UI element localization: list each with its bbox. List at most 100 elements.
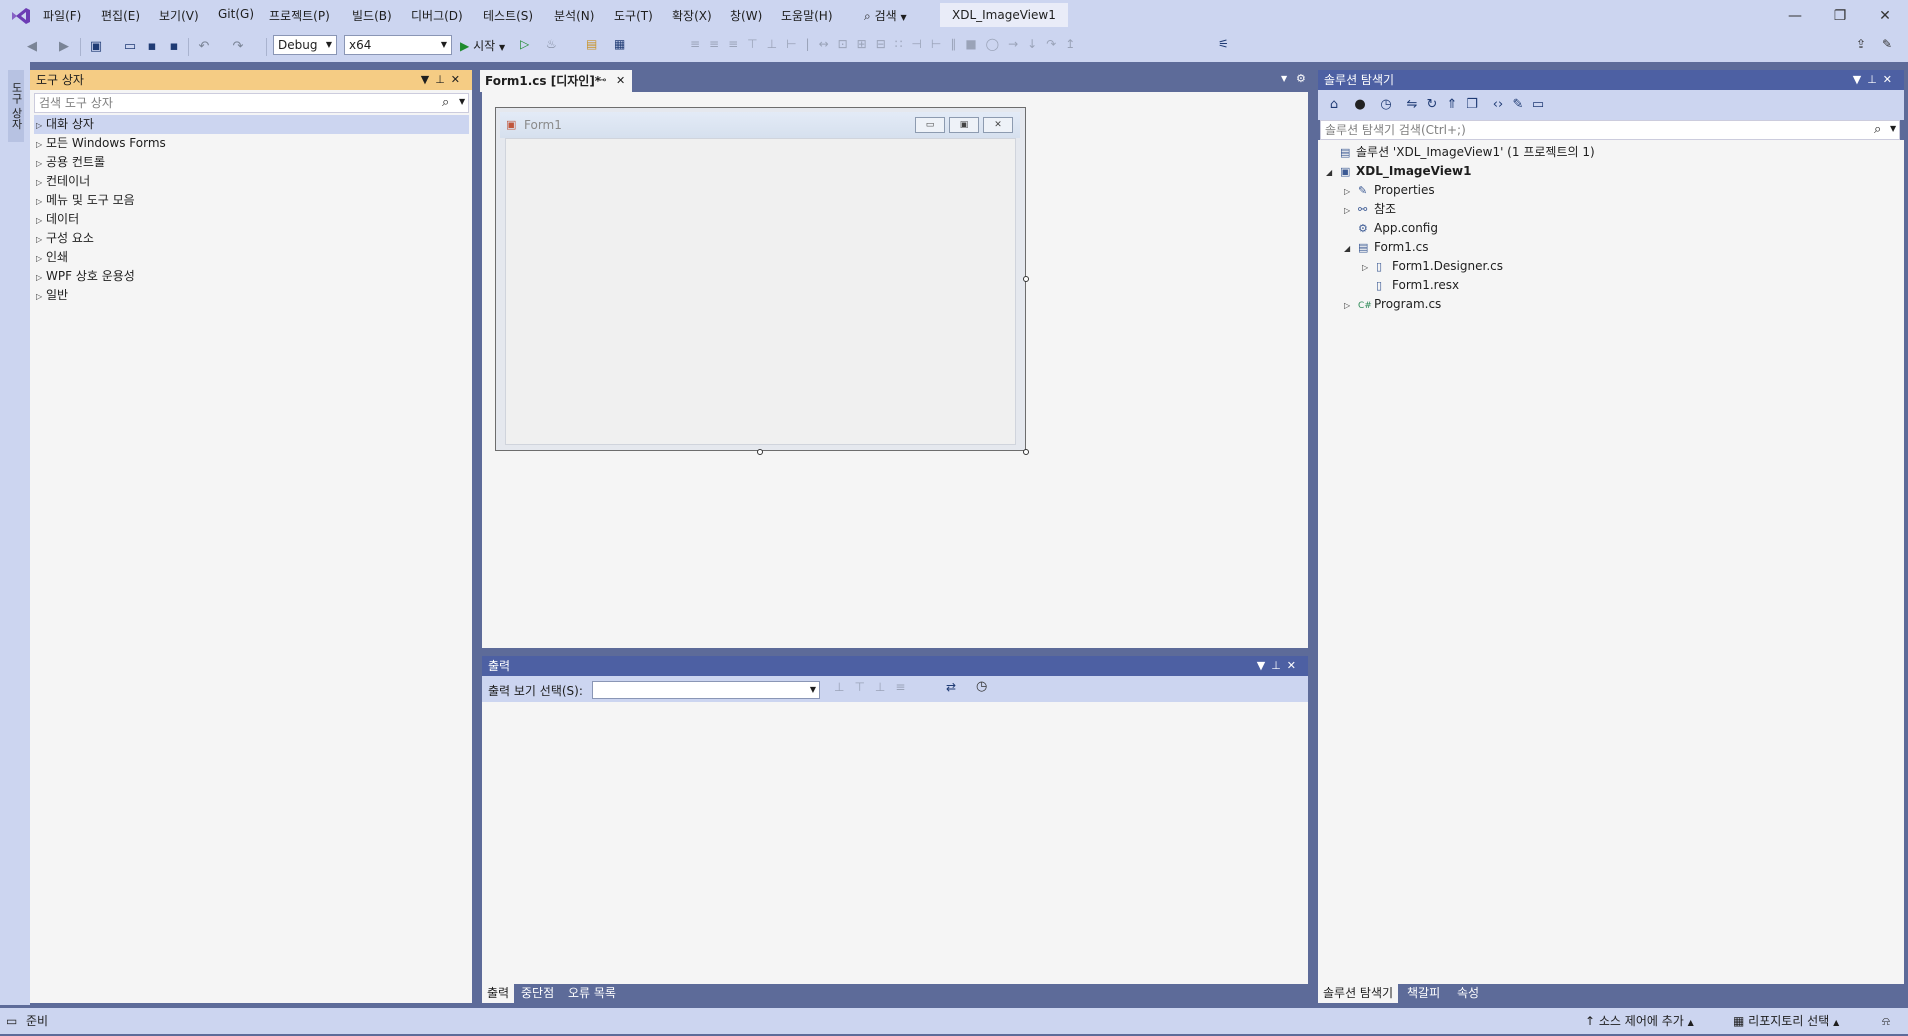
- layout-icon[interactable]: ▦: [614, 37, 625, 51]
- platform-combo[interactable]: x64 ▼: [344, 35, 452, 55]
- restore-button[interactable]: ❐: [1820, 4, 1860, 28]
- switch-views-icon[interactable]: ●: [1352, 97, 1368, 113]
- toolbox-category[interactable]: ▷ 메뉴 및 도구 모음: [36, 191, 135, 209]
- navigate-back-icon[interactable]: ◀: [24, 39, 40, 55]
- expand-arrow-icon[interactable]: ▷: [36, 136, 46, 154]
- configuration-combo[interactable]: Debug ▼: [273, 35, 337, 55]
- toolbox-search-input[interactable]: 검색 도구 상자: [34, 93, 469, 113]
- refresh-icon[interactable]: ↻: [1424, 97, 1440, 113]
- chevron-down-icon[interactable]: ▼: [1890, 124, 1896, 133]
- menu-project[interactable]: 프로젝트(P): [269, 7, 330, 24]
- tree-item[interactable]: ▷ ▯ Form1.Designer.cs: [1362, 257, 1503, 275]
- toolbox-category[interactable]: ▷ 공용 컨트롤: [36, 153, 105, 171]
- tab-bookmarks[interactable]: 책갈피: [1402, 983, 1445, 1003]
- show-all-files-icon[interactable]: ❐: [1464, 97, 1480, 113]
- close-button[interactable]: ✕: [1865, 4, 1905, 28]
- menu-edit[interactable]: 편집(E): [101, 7, 140, 24]
- menu-view[interactable]: 보기(V): [159, 7, 199, 24]
- dropdown-icon[interactable]: ▼: [421, 73, 435, 86]
- pin-icon[interactable]: ⊸: [598, 70, 606, 92]
- collapse-arrow-icon[interactable]: ◢: [1326, 164, 1340, 182]
- preview-icon[interactable]: ▭: [1530, 97, 1546, 113]
- save-all-icon[interactable]: ▪: [166, 39, 182, 55]
- collapse-arrow-icon[interactable]: ◢: [1344, 240, 1358, 258]
- start-debugging-button[interactable]: ▶ 시작 ▼: [460, 37, 505, 54]
- chevron-down-icon[interactable]: ▼: [459, 97, 465, 106]
- tree-item[interactable]: ◢ ▣ XDL_ImageView1: [1326, 162, 1471, 180]
- toolbox-category[interactable]: ▷ 데이터: [36, 210, 79, 228]
- tree-item[interactable]: ▷ ⚯ 참조: [1344, 200, 1396, 218]
- close-icon[interactable]: ✕: [451, 73, 466, 86]
- solution-explorer-search-input[interactable]: 솔루션 탐색기 검색(Ctrl+;): [1320, 120, 1900, 140]
- pin-icon[interactable]: ⊥: [1271, 659, 1287, 672]
- new-project-icon[interactable]: ▣: [88, 39, 104, 55]
- toolbox-category[interactable]: ▷ 컨테이너: [36, 172, 90, 190]
- close-icon[interactable]: ✕: [1287, 659, 1302, 672]
- menu-debug[interactable]: 디버그(D): [411, 7, 463, 24]
- menu-extensions[interactable]: 확장(X): [672, 7, 712, 24]
- pin-icon[interactable]: ⊥: [1867, 73, 1883, 86]
- tree-item[interactable]: ⚙ App.config: [1344, 219, 1438, 237]
- toolbox-category[interactable]: ▷ WPF 상호 운용성: [36, 267, 135, 285]
- tab-properties[interactable]: 속성: [1452, 983, 1484, 1003]
- toolbox-category[interactable]: ▷ 인쇄: [36, 248, 68, 266]
- expand-arrow-icon[interactable]: ▷: [36, 174, 46, 192]
- menu-help[interactable]: 도움말(H): [781, 7, 833, 24]
- gear-icon[interactable]: ⚙: [1296, 72, 1306, 85]
- minimize-button[interactable]: —: [1775, 4, 1815, 28]
- toolbox-category[interactable]: ▷ 구성 요소: [36, 229, 94, 247]
- live-share-icon[interactable]: ⇪: [1856, 37, 1866, 51]
- tree-item[interactable]: ◢ ▤ Form1.cs: [1344, 238, 1429, 256]
- visual-studio-logo-icon[interactable]: [10, 6, 32, 26]
- toolbox-category[interactable]: ▷ 대화 상자: [36, 115, 94, 133]
- select-repository-button[interactable]: ▦ 리포지토리 선택 ▲: [1733, 1008, 1839, 1036]
- menu-analyze[interactable]: 분석(N): [554, 7, 594, 24]
- start-without-debugging-icon[interactable]: ▷: [520, 37, 529, 51]
- tab-solution-explorer[interactable]: 솔루션 탐색기: [1318, 983, 1399, 1003]
- navigate-forward-icon[interactable]: ▶: [56, 39, 72, 55]
- expand-arrow-icon[interactable]: ▷: [36, 231, 46, 249]
- properties-wrench-icon[interactable]: ✎: [1510, 97, 1526, 113]
- diagnostics-icon[interactable]: ⚟: [1218, 37, 1229, 51]
- expand-arrow-icon[interactable]: ▷: [1344, 297, 1358, 315]
- browse-icon[interactable]: ▤: [586, 37, 597, 51]
- output-window-icon[interactable]: ▭: [6, 1008, 17, 1034]
- chevron-down-icon[interactable]: ▼: [1281, 74, 1287, 83]
- menu-build[interactable]: 빌드(B): [352, 7, 392, 24]
- tree-item[interactable]: ▷ ✎ Properties: [1344, 181, 1435, 199]
- tab-form1-designer[interactable]: Form1.cs [디자인]* ⊸ ✕: [480, 70, 632, 92]
- undo-icon[interactable]: ↶: [196, 39, 212, 55]
- toolbox-category[interactable]: ▷ 모든 Windows Forms: [36, 134, 166, 152]
- expand-arrow-icon[interactable]: ▷: [36, 193, 46, 211]
- tree-item[interactable]: ▷ C# Program.cs: [1344, 295, 1441, 313]
- hot-reload-icon[interactable]: ♨: [546, 37, 557, 51]
- add-source-control-button[interactable]: ↑ 소스 제어에 추가 ▲: [1585, 1008, 1694, 1036]
- menu-window[interactable]: 창(W): [730, 7, 762, 24]
- toolbox-side-tab[interactable]: 도구 상자: [8, 70, 24, 142]
- output-text-area[interactable]: [482, 702, 1308, 984]
- expand-arrow-icon[interactable]: ▷: [1362, 259, 1376, 277]
- expand-arrow-icon[interactable]: ▷: [36, 250, 46, 268]
- menu-test[interactable]: 테스트(S): [483, 7, 533, 24]
- notifications-bell-icon[interactable]: ⍾: [1882, 1008, 1890, 1034]
- close-icon[interactable]: ✕: [1883, 73, 1898, 86]
- expand-arrow-icon[interactable]: ▷: [36, 117, 46, 135]
- resize-handle-corner[interactable]: [1023, 449, 1029, 455]
- menu-tools[interactable]: 도구(T): [614, 7, 653, 24]
- tab-error-list[interactable]: 오류 목록: [563, 983, 621, 1003]
- search-menu[interactable]: ⌕ 검색 ▼: [864, 7, 907, 24]
- expand-arrow-icon[interactable]: ▷: [36, 288, 46, 306]
- view-code-icon[interactable]: ‹›: [1490, 97, 1506, 113]
- expand-arrow-icon[interactable]: ▷: [36, 212, 46, 230]
- output-source-combo[interactable]: ▼: [592, 681, 820, 699]
- feedback-icon[interactable]: ✎: [1882, 37, 1892, 51]
- form-client-area[interactable]: [505, 138, 1016, 445]
- layout-toolbar-icons[interactable]: ≡≡≡⊤⊥⊢|↔⊡⊞⊟∷⊣⊢∥■◯→↓↷↥: [690, 37, 1220, 55]
- menu-file[interactable]: 파일(F): [43, 7, 81, 24]
- expand-arrow-icon[interactable]: ▷: [36, 155, 46, 173]
- close-icon[interactable]: ✕: [616, 70, 625, 92]
- redo-icon[interactable]: ↷: [230, 39, 246, 55]
- pin-icon[interactable]: ⊥: [435, 73, 451, 86]
- clock-icon[interactable]: ◷: [976, 679, 987, 694]
- menu-git[interactable]: Git(G): [218, 7, 254, 21]
